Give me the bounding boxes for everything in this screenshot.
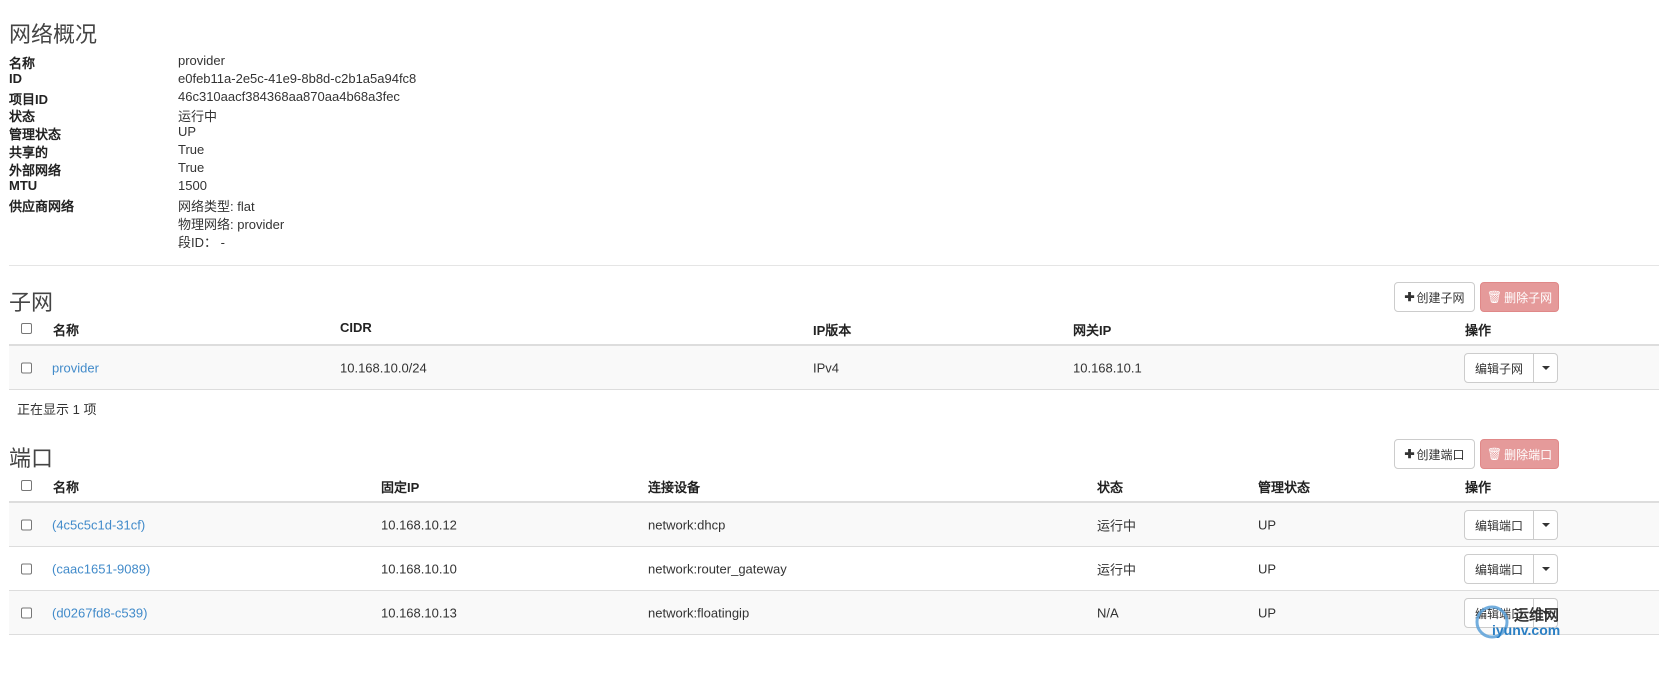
actions-dropdown-toggle[interactable] [1534, 510, 1559, 540]
table-row: (4c5c5c1d-31cf) 10.168.10.12 network:dhc… [9, 503, 1659, 547]
port-device: network:dhcp [648, 517, 726, 532]
select-all-ports-checkbox[interactable] [21, 480, 32, 491]
port-device: network:floatingip [648, 605, 750, 620]
port-col-device[interactable]: 连接设备 [648, 477, 700, 496]
port-name-link[interactable]: (caac1651-9089) [52, 561, 150, 576]
field-value-project-id: 46c310aacf384368aa870aa4b68a3fec [178, 89, 400, 104]
trash-icon: 🗑 [1486, 447, 1503, 461]
overview-title: 网络概况 [9, 22, 98, 47]
field-value-segment-id: 段ID： - [178, 235, 225, 250]
subnet-col-gateway[interactable]: 网关IP [1073, 320, 1111, 339]
field-value-external: True [178, 160, 205, 175]
port-col-admin-state[interactable]: 管理状态 [1258, 477, 1310, 496]
actions-dropdown-toggle[interactable] [1534, 554, 1559, 584]
port-fixed-ip: 10.168.10.12 [381, 517, 457, 532]
field-value-name: provider [178, 53, 225, 68]
field-value-status: 运行中 [178, 109, 218, 124]
field-label-provider-network: 供应商网络 [9, 199, 75, 214]
field-value-id: e0feb11a-2e5c-41e9-8b8d-c2b1a5a94fc8 [178, 71, 417, 86]
field-label-admin-state: 管理状态 [9, 127, 62, 142]
row-checkbox[interactable] [21, 362, 32, 373]
ports-title: 端口 [9, 446, 54, 471]
port-status: 运行中 [1097, 518, 1137, 533]
delete-port-label: 删除端口 [1504, 447, 1553, 462]
create-port-label: 创建端口 [1416, 447, 1465, 462]
field-value-shared: True [178, 142, 205, 157]
field-value-mtu: 1500 [178, 178, 207, 193]
field-label-id: ID [9, 71, 22, 86]
subnet-col-name[interactable]: 名称 [53, 320, 79, 339]
caret-down-icon [1541, 567, 1550, 571]
subnet-ip-version: IPv4 [813, 360, 840, 375]
port-col-status[interactable]: 状态 [1097, 477, 1123, 496]
field-label-external: 外部网络 [9, 163, 62, 178]
field-label-name: 名称 [9, 56, 36, 71]
subnet-cidr: 10.168.10.0/24 [340, 360, 427, 375]
delete-port-button[interactable]: 🗑 删除端口 [1480, 439, 1559, 469]
port-admin-state: UP [1258, 517, 1277, 532]
edit-port-button[interactable]: 编辑端口 [1464, 554, 1535, 584]
trash-icon: 🗑 [1486, 290, 1503, 304]
delete-subnet-label: 删除子网 [1504, 290, 1553, 305]
port-col-actions: 操作 [1465, 480, 1492, 495]
plus-icon: ✚ [1404, 447, 1415, 461]
subnet-name-link[interactable]: provider [52, 360, 99, 375]
create-subnet-label: 创建子网 [1416, 290, 1465, 305]
field-value-network-type: 网络类型: flat [178, 199, 255, 214]
port-col-fixed-ip[interactable]: 固定IP [381, 477, 419, 496]
field-value-admin-state: UP [178, 124, 197, 139]
watermark-url: iyunv.com [1492, 622, 1561, 638]
port-col-name[interactable]: 名称 [53, 477, 79, 496]
port-action-group: 编辑端口 [1464, 510, 1559, 540]
delete-subnet-button[interactable]: 🗑 删除子网 [1480, 282, 1559, 312]
port-status: 运行中 [1097, 562, 1137, 577]
edit-port-button[interactable]: 编辑端口 [1464, 510, 1535, 540]
port-name-link[interactable]: (d0267fd8-c539) [52, 605, 147, 620]
port-fixed-ip: 10.168.10.10 [381, 561, 457, 576]
subnet-action-group: 编辑子网 [1464, 353, 1559, 383]
port-name-link[interactable]: (4c5c5c1d-31cf) [52, 517, 145, 532]
select-all-subnets-checkbox[interactable] [21, 323, 32, 334]
create-subnet-button[interactable]: ✚ 创建子网 [1394, 282, 1475, 312]
table-row: (d0267fd8-c539) 10.168.10.13 network:flo… [9, 591, 1659, 635]
field-value-physical-network: 物理网络: provider [178, 217, 285, 232]
row-checkbox[interactable] [21, 607, 32, 618]
row-checkbox[interactable] [21, 563, 32, 574]
section-divider [9, 265, 1659, 266]
port-admin-state: UP [1258, 561, 1277, 576]
port-status: N/A [1097, 605, 1119, 620]
edit-subnet-button[interactable]: 编辑子网 [1464, 353, 1535, 383]
field-label-status: 状态 [9, 109, 36, 124]
port-device: network:router_gateway [648, 561, 787, 576]
field-label-mtu: MTU [9, 178, 38, 193]
create-port-button[interactable]: ✚ 创建端口 [1394, 439, 1475, 469]
caret-down-icon [1541, 523, 1550, 527]
subnet-gateway: 10.168.10.1 [1073, 360, 1142, 375]
plus-icon: ✚ [1404, 290, 1415, 304]
caret-down-icon [1541, 366, 1550, 370]
field-label-shared: 共享的 [9, 145, 49, 160]
subnet-col-ip-version[interactable]: IP版本 [813, 320, 851, 339]
port-action-group: 编辑端口 [1464, 554, 1559, 584]
actions-dropdown-toggle[interactable] [1534, 353, 1559, 383]
subnets-title: 子网 [9, 290, 54, 315]
port-admin-state: UP [1258, 605, 1277, 620]
subnets-count: 正在显示 1 项 [17, 402, 97, 417]
subnet-col-cidr[interactable]: CIDR [340, 320, 372, 335]
table-row: provider 10.168.10.0/24 IPv4 10.168.10.1… [9, 346, 1659, 390]
subnet-col-actions: 操作 [1465, 323, 1492, 338]
port-fixed-ip: 10.168.10.13 [381, 605, 457, 620]
row-checkbox[interactable] [21, 519, 32, 530]
table-row: (caac1651-9089) 10.168.10.10 network:rou… [9, 547, 1659, 591]
watermark: 运维网 iyunv.com [1474, 602, 1574, 642]
